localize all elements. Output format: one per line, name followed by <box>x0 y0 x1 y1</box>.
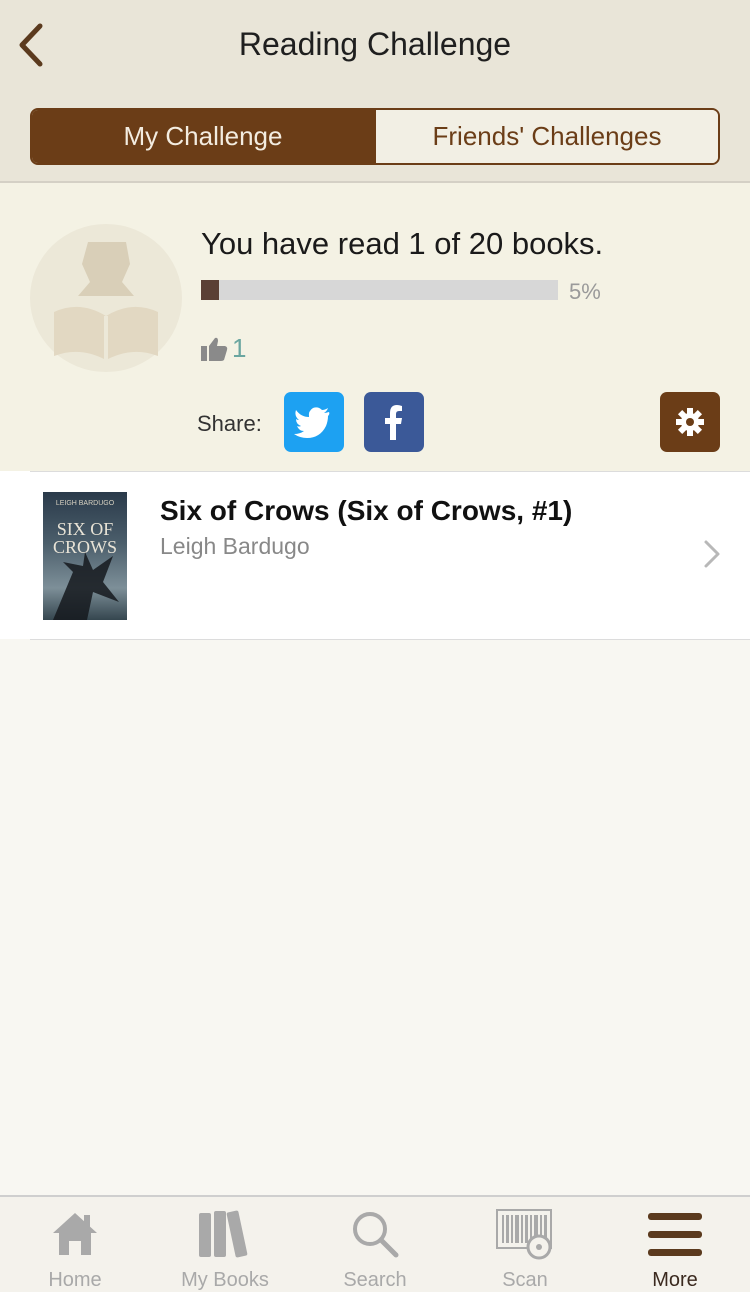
likes-count: 1 <box>232 333 247 363</box>
crow-wing-icon <box>53 552 119 620</box>
tab-more[interactable]: More <box>600 1197 750 1292</box>
challenge-progress-text: You have read 1 of 20 books. <box>201 226 604 261</box>
facebook-share-button[interactable] <box>364 392 424 452</box>
book-author: Leigh Bardugo <box>160 533 310 559</box>
tab-scan[interactable]: Scan <box>450 1197 600 1292</box>
avatar <box>30 224 182 372</box>
chevron-right-icon <box>704 540 720 568</box>
thumbs-up-icon[interactable] <box>200 336 228 362</box>
books-icon <box>199 1210 248 1258</box>
divider <box>30 471 750 472</box>
gear-icon <box>676 408 704 436</box>
twitter-share-button[interactable] <box>284 392 344 452</box>
tab-friends-challenges[interactable]: Friends' Challenges <box>374 110 718 163</box>
tab-label: Search <box>343 1269 407 1291</box>
segmented-control: My Challenge Friends' Challenges <box>30 108 720 165</box>
tab-search[interactable]: Search <box>300 1197 450 1292</box>
twitter-icon <box>294 407 330 438</box>
menu-icon <box>648 1213 702 1256</box>
tab-label: Home <box>48 1269 102 1291</box>
tab-bar: Home My Books Search Scan More <box>0 1195 750 1292</box>
book-list-item[interactable]: LEIGH BARDUGO SIX OF CROWS Six of Crows … <box>0 471 750 639</box>
book-cover: LEIGH BARDUGO SIX OF CROWS <box>43 492 127 620</box>
tab-label: Scan <box>502 1269 548 1291</box>
tab-my-challenge[interactable]: My Challenge <box>32 110 374 163</box>
page-title: Reading Challenge <box>238 26 512 62</box>
likes[interactable]: 1 <box>200 333 246 364</box>
tab-label: More <box>652 1269 698 1291</box>
home-icon <box>53 1213 97 1255</box>
tab-label: My Books <box>181 1269 269 1291</box>
book-title: Six of Crows (Six of Crows, #1) <box>160 495 573 526</box>
barcode-scan-icon <box>496 1209 552 1260</box>
progress-percent: 5% <box>569 279 601 304</box>
progress-bar-fill <box>201 280 219 300</box>
challenge-summary: You have read 1 of 20 books. 5% 1 Share: <box>0 183 750 471</box>
search-icon <box>353 1212 399 1258</box>
share-label: Share: <box>197 411 262 436</box>
settings-button[interactable] <box>660 392 720 452</box>
navigation-bar: Reading Challenge My Challenge Friends' … <box>0 0 750 183</box>
tab-home[interactable]: Home <box>0 1197 150 1292</box>
facebook-icon <box>385 405 402 440</box>
progress-bar <box>201 280 558 300</box>
divider <box>30 639 750 640</box>
tab-my-books[interactable]: My Books <box>150 1197 300 1292</box>
reader-icon <box>54 242 158 360</box>
